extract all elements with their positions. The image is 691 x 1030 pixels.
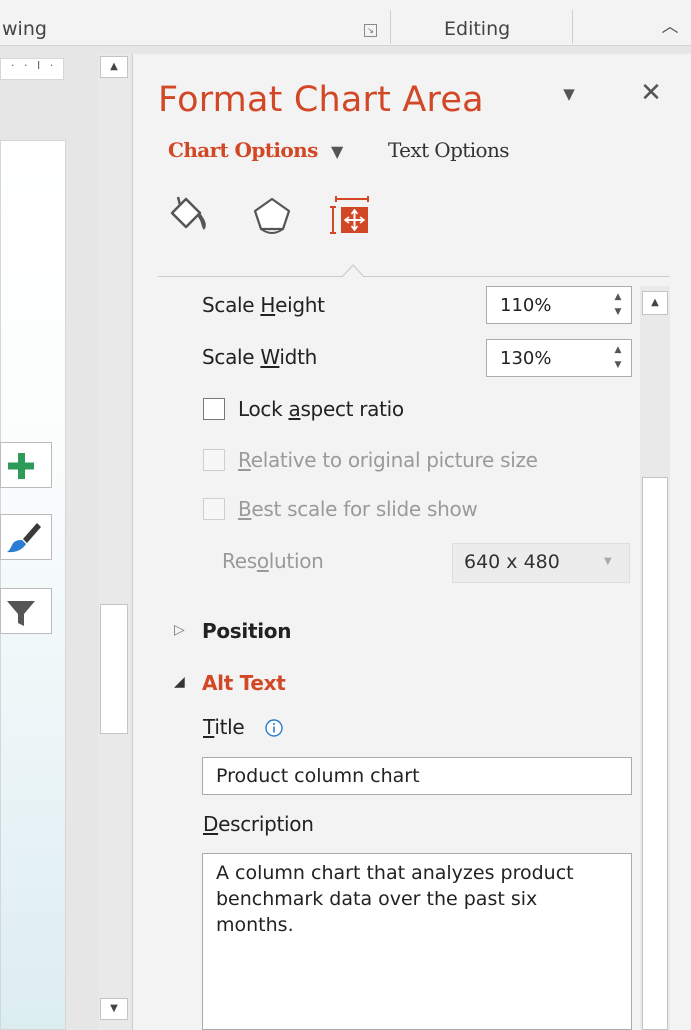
best-scale-slideshow-label: Best scale for slide show <box>238 497 478 521</box>
tab-divider <box>158 276 670 277</box>
size-properties-icon <box>330 196 369 234</box>
brush-icon <box>7 523 41 553</box>
fill-line-tab[interactable] <box>166 193 214 239</box>
alt-text-section-header[interactable]: Alt Text <box>202 671 286 695</box>
pane-scroll-thumb[interactable] <box>642 477 668 1030</box>
chart-elements-button[interactable] <box>0 442 52 488</box>
collapsed-triangle-icon[interactable]: ▷ <box>174 622 185 638</box>
ribbon-separator <box>390 10 391 44</box>
chart-options-dropdown-icon[interactable]: ▼ <box>331 138 343 166</box>
scale-width-value[interactable]: 130% <box>500 348 551 369</box>
pane-title: Format Chart Area <box>158 80 484 120</box>
chart-filters-button[interactable] <box>0 588 52 634</box>
collapse-ribbon-icon[interactable]: ︿ <box>658 16 682 38</box>
scale-width-spinner[interactable]: 130% ▲ ▼ <box>486 339 632 377</box>
size-properties-tab[interactable] <box>328 193 376 239</box>
info-icon[interactable] <box>264 718 284 738</box>
position-section-header[interactable]: Position <box>202 619 291 643</box>
filter-icon <box>7 601 35 626</box>
scale-height-value[interactable]: 110% <box>500 295 551 316</box>
plus-icon <box>8 453 34 479</box>
ruler: · · I · <box>0 58 64 80</box>
alt-description-textarea[interactable]: A column chart that analyzes product ben… <box>202 853 632 1030</box>
editing-group-button[interactable]: Editing <box>444 18 510 40</box>
scroll-up-arrow-icon[interactable]: ▲ <box>100 56 128 78</box>
paint-bucket-icon <box>170 196 206 230</box>
slide-canvas[interactable] <box>0 140 66 1030</box>
document-scrollbar[interactable] <box>98 54 130 1030</box>
scale-height-label: Scale Height <box>202 293 325 317</box>
resolution-label: Resolution <box>222 549 324 573</box>
pentagon-icon <box>253 197 291 234</box>
best-scale-slideshow-checkbox <box>203 498 225 520</box>
chart-styles-button[interactable] <box>0 514 52 560</box>
tab-text-options[interactable]: Text Options <box>388 138 510 162</box>
chevron-down-icon: ▼ <box>604 556 612 567</box>
dialog-launcher-icon[interactable]: ↘ <box>364 24 377 37</box>
relative-original-size-label: Relative to original picture size <box>238 448 538 472</box>
active-tab-pointer <box>342 264 364 278</box>
spinner-arrows-icon[interactable]: ▲ ▼ <box>612 290 624 320</box>
drawing-group-label: wing <box>2 18 47 40</box>
pane-scroll-up-arrow-icon[interactable]: ▲ <box>642 291 668 315</box>
alt-title-label: Title <box>203 715 245 739</box>
ribbon-separator <box>572 10 573 44</box>
scale-height-spinner[interactable]: 110% ▲ ▼ <box>486 286 632 324</box>
ruler-marks: · · I · <box>11 59 57 72</box>
lock-aspect-ratio-label[interactable]: Lock aspect ratio <box>238 397 404 421</box>
scroll-down-arrow-icon[interactable]: ▼ <box>100 998 128 1020</box>
scale-width-label: Scale Width <box>202 345 317 369</box>
alt-title-input[interactable]: Product column chart <box>202 757 632 795</box>
expanded-triangle-icon[interactable]: ◢ <box>174 674 185 690</box>
alt-description-label: Description <box>203 812 314 836</box>
close-icon[interactable]: ✕ <box>636 78 666 108</box>
relative-original-size-checkbox <box>203 449 225 471</box>
resolution-value: 640 x 480 <box>464 551 560 573</box>
effects-tab[interactable] <box>248 193 296 239</box>
pane-options-chevron-icon[interactable]: ▼ <box>556 84 582 104</box>
spinner-arrows-icon[interactable]: ▲ ▼ <box>612 343 624 373</box>
lock-aspect-ratio-checkbox[interactable] <box>203 398 225 420</box>
tab-chart-options[interactable]: Chart Options <box>168 138 318 162</box>
ribbon-bar <box>0 0 691 46</box>
document-scroll-thumb[interactable] <box>100 604 128 734</box>
